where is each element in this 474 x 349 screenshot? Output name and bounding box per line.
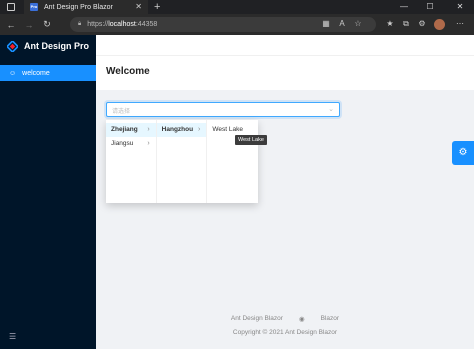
page-header: Welcome xyxy=(96,55,474,90)
cascader-option-jiangsu[interactable]: Jiangsu › xyxy=(106,137,156,151)
lock-icon: 🔒︎ xyxy=(78,21,82,27)
gear-icon: ⚙ xyxy=(458,147,468,158)
url-port: :44358 xyxy=(135,21,158,28)
option-label: Hangzhou xyxy=(161,126,194,133)
cascader-option-hangzhou[interactable]: Hangzhou › xyxy=(156,123,207,137)
collections-icon[interactable]: ⧉ xyxy=(400,18,412,30)
browser-toolbar: ← → ↻ 🔒︎ https://localhost:44358 ▦ A ☆ ★… xyxy=(0,14,474,35)
cascader-column-district: West Lake xyxy=(207,120,258,203)
favicon-icon: Pro xyxy=(30,3,38,11)
menu-fold-icon[interactable]: ☰ xyxy=(9,332,16,341)
qr-code-icon[interactable]: ▦ xyxy=(320,18,332,30)
sidebar-item-welcome[interactable]: ☺ welcome xyxy=(0,65,96,81)
minimize-icon[interactable]: — xyxy=(394,0,414,14)
profile-avatar[interactable] xyxy=(434,19,445,30)
logo-text: Ant Design Pro xyxy=(24,41,90,51)
logo[interactable]: Ant Design Pro xyxy=(0,35,96,57)
cascader-column-city: Hangzhou › xyxy=(156,120,208,203)
ant-design-logo-icon xyxy=(7,40,18,52)
settings-drawer-button[interactable]: ⚙ xyxy=(452,141,474,165)
chevron-down-icon: ⌄ xyxy=(328,106,334,113)
smile-icon: ☺ xyxy=(9,69,17,77)
option-label: West Lake xyxy=(212,126,243,133)
url-host: localhost xyxy=(108,21,136,28)
close-tab-icon[interactable]: ✕ xyxy=(135,2,142,11)
copyright: Copyright © 2021 Ant Design Blazor xyxy=(232,329,338,336)
url-prefix: https:// xyxy=(87,21,109,28)
footer-link-blazor[interactable]: Blazor xyxy=(321,315,339,323)
option-label: Zhejiang xyxy=(111,126,138,133)
tooltip: West Lake xyxy=(235,135,267,145)
github-icon[interactable]: ◉ xyxy=(299,315,305,323)
extensions-icon[interactable]: ⚙ xyxy=(416,18,428,30)
more-icon[interactable]: ⋯ xyxy=(454,18,466,30)
favorites-bar-icon[interactable]: ★ xyxy=(384,18,396,30)
cascader-placeholder: 请选择 xyxy=(112,109,131,115)
maximize-icon[interactable]: ☐ xyxy=(420,0,440,14)
chevron-right-icon: › xyxy=(147,126,150,133)
back-icon[interactable]: ← xyxy=(4,20,18,30)
tab-actions-icon[interactable] xyxy=(7,3,15,11)
cascader-dropdown: Zhejiang › Jiangsu › Hangzhou › West Lak… xyxy=(106,120,258,203)
footer-links: Ant Design Blazor ◉ Blazor xyxy=(96,315,474,323)
page-title: Welcome xyxy=(106,66,150,77)
global-header xyxy=(96,35,474,55)
sidebar: Ant Design Pro ☺ welcome ☰ xyxy=(0,35,96,349)
forward-icon[interactable]: → xyxy=(22,20,36,30)
browser-tab[interactable]: Pro Ant Design Pro Blazor ✕ xyxy=(24,0,148,14)
favorite-icon[interactable]: ☆ xyxy=(352,18,364,30)
option-label: Jiangsu xyxy=(111,140,134,147)
cascader-option-zhejiang[interactable]: Zhejiang › xyxy=(106,123,156,137)
window-close-icon[interactable]: ✕ xyxy=(450,0,470,14)
refresh-icon[interactable]: ↻ xyxy=(40,19,54,30)
sidebar-item-label: welcome xyxy=(22,69,50,77)
cascader-column-province: Zhejiang › Jiangsu › xyxy=(106,120,157,203)
footer-link-ant-design-blazor[interactable]: Ant Design Blazor xyxy=(231,315,283,323)
read-aloud-icon[interactable]: A xyxy=(336,18,348,30)
cascader-input[interactable]: 请选择 ⌄ xyxy=(106,102,340,117)
chevron-right-icon: › xyxy=(198,126,201,133)
new-tab-icon[interactable]: + xyxy=(154,0,160,14)
browser-titlebar: Pro Ant Design Pro Blazor ✕ + — ☐ ✕ xyxy=(0,0,474,14)
tab-title: Ant Design Pro Blazor xyxy=(44,3,113,11)
chevron-right-icon: › xyxy=(147,140,150,147)
